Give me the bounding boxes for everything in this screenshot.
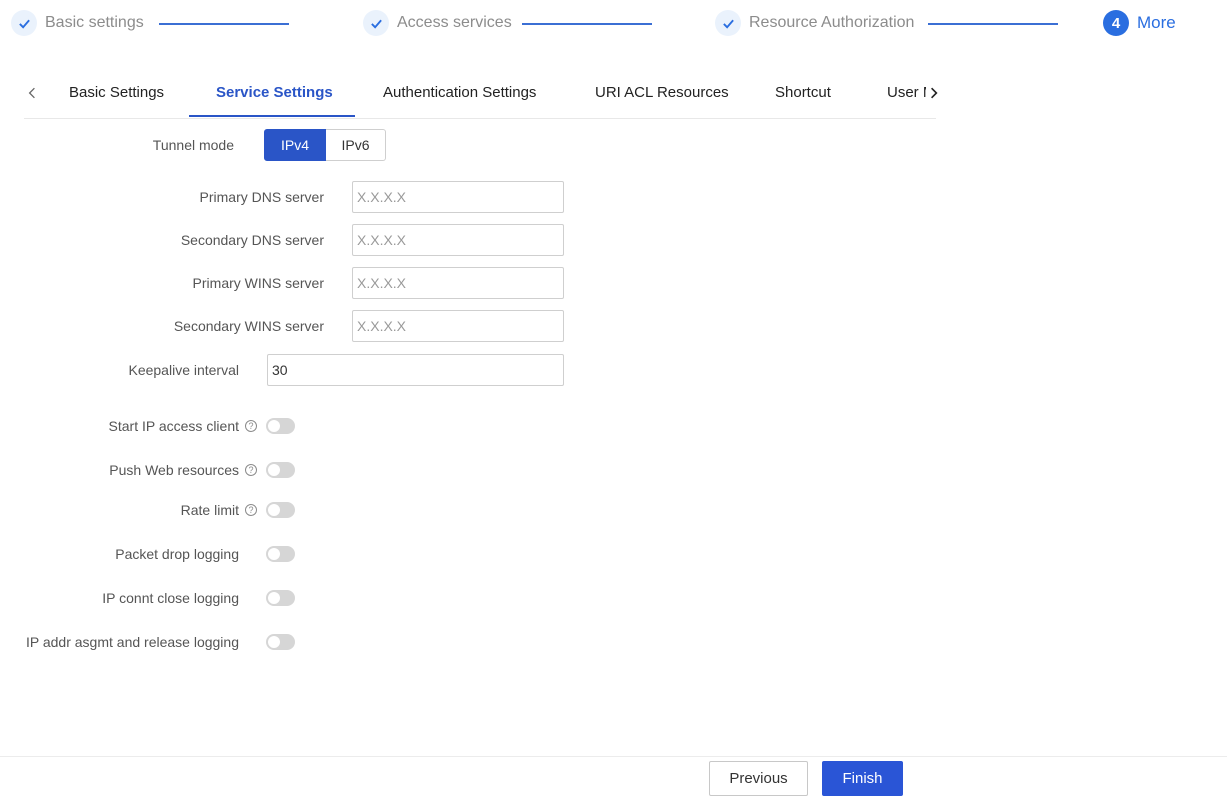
tab-basic-settings[interactable]: Basic Settings — [69, 84, 164, 101]
step-resource-authorization: Resource Authorization — [715, 10, 914, 36]
secondary-dns-input[interactable] — [352, 224, 564, 256]
step-more: 4 More — [1103, 10, 1176, 36]
help-icon[interactable]: ? — [245, 464, 257, 476]
help-icon[interactable]: ? — [245, 504, 257, 516]
step-number: 4 — [1103, 10, 1129, 36]
check-icon — [363, 10, 389, 36]
step-connector — [928, 23, 1058, 25]
packet-drop-logging-label: Packet drop logging — [115, 546, 239, 562]
previous-button[interactable]: Previous — [709, 761, 808, 796]
rate-limit-toggle[interactable] — [266, 502, 295, 518]
secondary-wins-label: Secondary WINS server — [173, 318, 324, 334]
tab-shortcut[interactable]: Shortcut — [775, 84, 831, 101]
toggle-knob — [268, 592, 280, 604]
help-icon[interactable]: ? — [245, 420, 257, 432]
chevron-right-icon[interactable] — [926, 84, 942, 105]
toggle-knob — [268, 464, 280, 476]
primary-wins-input[interactable] — [352, 267, 564, 299]
step-label: Basic settings — [45, 14, 144, 31]
toggle-knob — [268, 420, 280, 432]
step-label: Access services — [397, 14, 512, 31]
tab-uri-acl-resources[interactable]: URI ACL Resources — [595, 84, 729, 101]
push-web-resources-label: Push Web resources — [109, 462, 239, 478]
toggle-knob — [268, 548, 280, 560]
push-web-resources-toggle[interactable] — [266, 462, 295, 478]
packet-drop-logging-toggle[interactable] — [266, 546, 295, 562]
check-icon — [11, 10, 37, 36]
check-icon — [715, 10, 741, 36]
step-connector — [159, 23, 289, 25]
tab-authentication-settings[interactable]: Authentication Settings — [383, 84, 536, 101]
ip-addr-asgmt-logging-toggle[interactable] — [266, 634, 295, 650]
step-basic-settings: Basic settings — [11, 10, 144, 36]
finish-button[interactable]: Finish — [822, 761, 903, 796]
keepalive-interval-input[interactable] — [267, 354, 564, 386]
chevron-left-icon[interactable] — [24, 84, 40, 105]
toggle-knob — [268, 504, 280, 516]
step-connector — [522, 23, 652, 25]
tab-service-settings[interactable]: Service Settings — [216, 84, 333, 101]
secondary-wins-input[interactable] — [352, 310, 564, 342]
start-ip-access-client-toggle[interactable] — [266, 418, 295, 434]
keepalive-interval-label: Keepalive interval — [128, 362, 239, 378]
wizard-stepper: Basic settings Access services Resource … — [0, 0, 1227, 50]
start-ip-access-client-label: Start IP access client — [108, 418, 239, 434]
toggle-knob — [268, 636, 280, 648]
active-tab-indicator — [189, 115, 355, 117]
secondary-dns-label: Secondary DNS server — [180, 232, 324, 248]
tunnel-mode-selector: IPv4 IPv6 — [264, 129, 386, 161]
primary-wins-label: Primary WINS server — [192, 275, 324, 291]
wizard-footer: Previous Finish — [0, 756, 1227, 800]
step-label: More — [1137, 13, 1176, 32]
primary-dns-input[interactable] — [352, 181, 564, 213]
ip-connt-close-logging-label: IP connt close logging — [102, 590, 239, 606]
step-access-services: Access services — [363, 10, 512, 36]
tunnel-mode-label: Tunnel mode — [152, 137, 234, 153]
primary-dns-label: Primary DNS server — [199, 189, 324, 205]
ip-addr-asgmt-logging-label: IP addr asgmt and release logging — [26, 634, 239, 650]
tunnel-mode-ipv6[interactable]: IPv6 — [326, 129, 386, 161]
tunnel-mode-ipv4[interactable]: IPv4 — [264, 129, 326, 161]
rate-limit-label: Rate limit — [180, 502, 239, 518]
settings-tabs: Basic Settings Service Settings Authenti… — [24, 74, 942, 119]
ip-connt-close-logging-toggle[interactable] — [266, 590, 295, 606]
step-label: Resource Authorization — [749, 14, 915, 31]
